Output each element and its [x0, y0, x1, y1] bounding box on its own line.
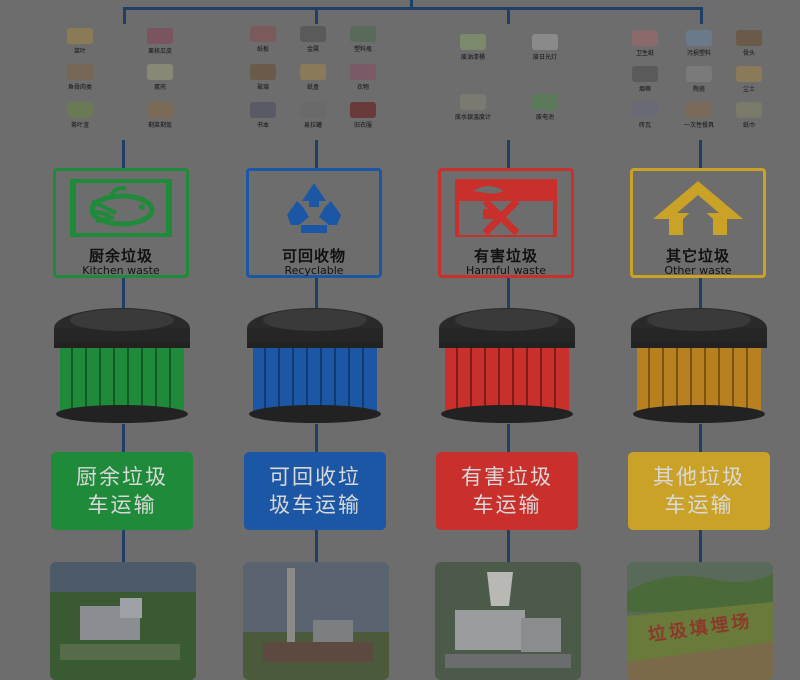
trash-bin-other: [629, 306, 769, 424]
harmful-waste-icon: [455, 179, 557, 237]
waste-items-recyclable: 纸板 金属 塑料瓶 玻璃 纸盒 衣物 书本 易拉罐 旧衣服: [243, 22, 393, 140]
waste-item: 蛋壳: [130, 64, 190, 91]
other-waste-icon: [647, 179, 749, 237]
sign-label-cn: 厨余垃圾: [88, 247, 153, 265]
facility-photo-harmful: [435, 562, 581, 680]
connector: [699, 424, 702, 452]
column-other: 卫生纸 污损塑料 骨头 烟蒂 陶瓷 尘土 砖瓦 一次性餐具 纸巾 其它垃圾 Ot…: [627, 0, 777, 680]
trash-bin-recyclable: [245, 306, 385, 424]
truck-label-line: 车运输: [87, 493, 157, 517]
facility-photo-kitchen: [50, 562, 196, 680]
connector: [315, 530, 318, 562]
waste-item: 塑料瓶: [333, 26, 393, 53]
waste-item: 剩菜剩饭: [130, 102, 190, 129]
sign-label-en: Other waste: [664, 264, 732, 277]
connector: [699, 140, 702, 168]
connector: [122, 278, 125, 308]
column-kitchen: 菜叶 果核瓜皮 鱼骨肉类 蛋壳 茶叶渣 剩菜剩饭 厨余垃圾 Kitchen wa…: [50, 0, 200, 680]
truck-label-other: 其他垃圾 车运输: [628, 452, 770, 530]
sign-recyclable: 可回收物 Recyclable: [246, 168, 382, 278]
waste-items-harmful: 废油漆桶 废日光灯 废水银温度计 废电池: [435, 22, 585, 140]
top-connector-center: [410, 0, 413, 8]
waste-item: 果核瓜皮: [130, 28, 190, 55]
waste-item: 茶叶渣: [50, 102, 110, 129]
sign-harmful-waste: 有害垃圾 Harmful waste: [438, 168, 574, 278]
waste-item: 鱼骨肉类: [50, 64, 110, 91]
waste-item: 砖瓦: [615, 102, 675, 129]
recycle-icon: [263, 179, 365, 237]
waste-item: 烟蒂: [615, 66, 675, 93]
facility-photo-recyclable: [243, 562, 389, 680]
waste-item: 废电池: [515, 94, 575, 121]
connector: [507, 140, 510, 168]
truck-label-line: 车运输: [472, 493, 542, 517]
connector: [507, 530, 510, 562]
waste-item: 衣物: [333, 64, 393, 91]
trash-bin-kitchen: [52, 306, 192, 424]
waste-item: 纸巾: [719, 102, 779, 129]
waste-item: 废水银温度计: [443, 94, 503, 121]
connector: [507, 424, 510, 452]
column-harmful: 废油漆桶 废日光灯 废水银温度计 废电池 有害垃圾 Harmful waste: [435, 0, 585, 680]
connector: [507, 278, 510, 308]
connector: [315, 140, 318, 168]
waste-items-other: 卫生纸 污损塑料 骨头 烟蒂 陶瓷 尘土 砖瓦 一次性餐具 纸巾: [627, 22, 777, 140]
waste-item: 菜叶: [50, 28, 110, 55]
truck-label-line: 有害垃圾: [461, 465, 553, 489]
truck-label-line: 圾车运输: [269, 493, 361, 517]
waste-item: 废油漆桶: [443, 34, 503, 61]
connector: [699, 278, 702, 308]
sign-label-en: Recyclable: [284, 264, 344, 277]
truck-label-recyclable: 可回收垃 圾车运输: [244, 452, 386, 530]
kitchen-waste-icon: [70, 179, 172, 237]
waste-item: 卫生纸: [615, 30, 675, 57]
connector: [122, 424, 125, 452]
truck-label-harmful: 有害垃圾 车运输: [436, 452, 578, 530]
sign-other-waste: 其它垃圾 Other waste: [630, 168, 766, 278]
sign-kitchen-waste: 厨余垃圾 Kitchen waste: [53, 168, 189, 278]
connector: [315, 278, 318, 308]
waste-item: 废日光灯: [515, 34, 575, 61]
sign-label-cn: 可回收物: [281, 247, 346, 265]
top-connector-horizontal: [123, 7, 703, 10]
connector: [699, 530, 702, 562]
sign-label-cn: 有害垃圾: [473, 247, 538, 265]
waste-items-kitchen: 菜叶 果核瓜皮 鱼骨肉类 蛋壳 茶叶渣 剩菜剩饭: [50, 22, 200, 140]
connector: [315, 424, 318, 452]
waste-item: 骨头: [719, 30, 779, 57]
connector: [122, 140, 125, 168]
facility-photo-other: 垃圾填埋场: [627, 562, 773, 680]
truck-label-line: 其他垃圾: [653, 465, 745, 489]
waste-item: 旧衣服: [333, 102, 393, 129]
truck-label-line: 可回收垃: [269, 465, 361, 489]
column-recyclable: 纸板 金属 塑料瓶 玻璃 纸盒 衣物 书本 易拉罐 旧衣服 可回收物 Recyc…: [243, 0, 393, 680]
trash-bin-harmful: [437, 306, 577, 424]
sign-label-en: Harmful waste: [465, 264, 546, 277]
waste-item: 尘土: [719, 66, 779, 93]
sign-label-cn: 其它垃圾: [665, 247, 730, 265]
truck-label-kitchen: 厨余垃圾 车运输: [51, 452, 193, 530]
connector: [122, 530, 125, 562]
truck-label-line: 车运输: [664, 493, 734, 517]
truck-label-line: 厨余垃圾: [76, 465, 168, 489]
sign-label-en: Kitchen waste: [82, 264, 160, 277]
